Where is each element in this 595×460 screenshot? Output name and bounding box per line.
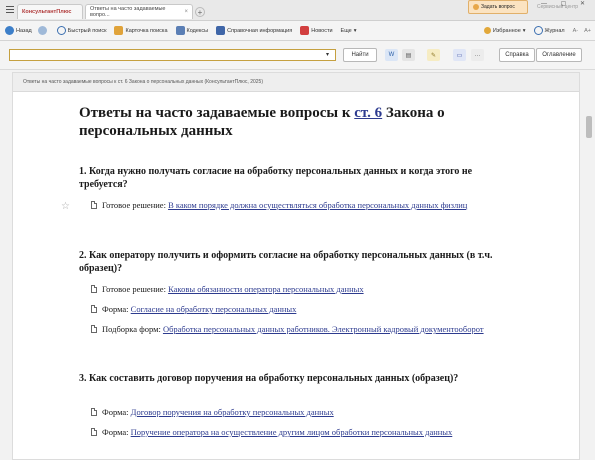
chevron-down-icon: ▾ xyxy=(522,27,526,34)
item-link[interactable]: Согласие на обработку персональных данны… xyxy=(131,304,297,314)
help-label: Справка xyxy=(505,52,529,58)
question-2: 2. Как оператору получить и оформить сог… xyxy=(79,250,493,274)
back-button[interactable]: Назад xyxy=(5,26,32,35)
search-row: ▾ Найти W ▤ ✎ ▭ … Справка Оглавление xyxy=(0,41,595,70)
list-item: Подборка форм: Обработка персональных да… xyxy=(91,324,521,335)
item-link[interactable]: В каком порядке должна осуществляться об… xyxy=(168,200,467,210)
search-card-label: Карточка поиска xyxy=(125,27,168,34)
journal-button[interactable]: Журнал xyxy=(533,26,565,35)
help-button[interactable]: Справка xyxy=(499,48,535,62)
news-icon xyxy=(300,26,310,35)
font-decrease-button[interactable]: A- xyxy=(573,28,579,34)
list-item: Форма: Договор поручения на обработку пе… xyxy=(91,407,521,418)
tab-title: Ответы на часто задаваемые вопро... xyxy=(90,6,166,18)
codex-button[interactable]: Кодексы xyxy=(175,26,209,35)
tab-bar: КонсультантПлюс Ответы на часто задаваем… xyxy=(0,0,595,21)
ask-question-label: Задать вопрос xyxy=(481,4,515,10)
back-label: Назад xyxy=(16,27,32,34)
back-arrow-icon xyxy=(5,26,14,35)
search-card-icon xyxy=(114,26,124,35)
highlight-icon[interactable]: ✎ xyxy=(427,49,440,61)
more-tools-icon[interactable]: … xyxy=(471,49,484,61)
item-link[interactable]: Обработка персональных данных работников… xyxy=(163,324,484,334)
reference-label: Справочная информация xyxy=(227,27,293,34)
reference-info-button[interactable]: Справочная информация xyxy=(216,26,292,35)
main-toolbar: Назад Быстрый поиск Карточка поиска Коде… xyxy=(0,21,595,41)
forward-button[interactable] xyxy=(37,26,47,35)
font-increase-button[interactable]: A+ xyxy=(584,28,591,34)
search-dropdown-icon[interactable]: ▾ xyxy=(326,51,329,58)
more-label: Еще xyxy=(340,27,352,34)
new-tab-icon[interactable]: + xyxy=(195,7,205,17)
logo-text: КонсультантПлюс xyxy=(22,9,72,15)
news-label: Новости xyxy=(311,27,333,34)
chevron-down-icon: ▾ xyxy=(353,27,357,34)
print-icon[interactable]: ▤ xyxy=(402,49,415,61)
item-prefix: Форма: xyxy=(102,427,131,437)
document-icon xyxy=(91,325,97,333)
list-item: Форма: Согласие на обработку персональны… xyxy=(91,304,521,315)
favorites-icon xyxy=(483,27,491,34)
close-icon[interactable]: × xyxy=(184,9,188,15)
search-card-button[interactable]: Карточка поиска xyxy=(114,26,168,35)
more-button[interactable]: Еще ▾ xyxy=(341,28,357,34)
list-item: Готовое решение: Каковы обязанности опер… xyxy=(91,284,521,295)
quick-search-button[interactable]: Быстрый поиск xyxy=(56,26,107,35)
item-prefix: Готовое решение: xyxy=(102,284,169,294)
codex-icon xyxy=(175,26,185,35)
table-of-contents-button[interactable]: Оглавление xyxy=(536,48,582,62)
item-link[interactable]: Каковы обязанности оператора персональны… xyxy=(168,284,364,294)
favorites-label: Избранное xyxy=(492,27,521,34)
toc-label: Оглавление xyxy=(542,52,576,58)
item-prefix: Форма: xyxy=(102,407,131,417)
list-item: Форма: Поручение оператора на осуществле… xyxy=(91,427,521,438)
document-icon xyxy=(91,285,97,293)
find-label: Найти xyxy=(351,52,369,58)
tab-consultant-logo[interactable]: КонсультантПлюс xyxy=(17,4,83,19)
quick-search-label: Быстрый поиск xyxy=(67,27,107,34)
title-text: Ответы на часто задаваемые вопросы к xyxy=(79,105,355,121)
ask-question-button[interactable]: Задать вопрос xyxy=(468,0,528,14)
clock-icon xyxy=(533,26,543,35)
forward-arrow-icon xyxy=(37,26,47,35)
find-button[interactable]: Найти xyxy=(343,48,377,62)
tab-active-document[interactable]: Ответы на часто задаваемые вопро... × xyxy=(85,4,193,19)
star-icon[interactable]: ☆ xyxy=(61,201,70,212)
journal-label: Журнал xyxy=(544,27,565,34)
question-3: 3. Как составить договор поручения на об… xyxy=(79,373,459,384)
news-button[interactable]: Новости xyxy=(300,26,333,35)
document-icon xyxy=(91,305,97,313)
menu-icon[interactable] xyxy=(3,4,17,16)
article-link[interactable]: ст. 6 xyxy=(354,105,382,121)
item-prefix: Подборка форм: xyxy=(102,324,163,334)
word-export-icon[interactable]: W xyxy=(385,49,398,61)
document-icon xyxy=(91,201,97,209)
page-title: Ответы на часто задаваемые вопросы к ст.… xyxy=(79,104,489,140)
document-icon xyxy=(91,428,97,436)
list-item: Готовое решение: В каком порядке должна … xyxy=(91,200,521,211)
window-controls[interactable]: — ▢ ✕ xyxy=(541,0,591,7)
magnifier-icon xyxy=(56,26,66,35)
search-input[interactable] xyxy=(9,49,336,61)
reference-icon xyxy=(216,26,226,35)
item-prefix: Готовое решение: xyxy=(102,200,169,210)
item-link[interactable]: Поручение оператора на осуществление дру… xyxy=(131,427,453,437)
codex-label: Кодексы xyxy=(186,27,209,34)
document-area: Ответы на часто задаваемые вопросы к ст.… xyxy=(12,72,580,460)
scrollbar[interactable] xyxy=(583,72,595,460)
question-1: 1. Когда нужно получать согласие на обра… xyxy=(79,166,473,190)
item-link[interactable]: Договор поручения на обработку персональ… xyxy=(131,407,334,417)
document-icon xyxy=(91,408,97,416)
favorites-button[interactable]: Избранное ▾ xyxy=(483,27,526,34)
document-title-bar: Ответы на часто задаваемые вопросы к ст.… xyxy=(13,73,579,92)
question-icon xyxy=(473,4,479,10)
document-tab-title: Ответы на часто задаваемые вопросы к ст.… xyxy=(23,79,263,85)
comment-icon[interactable]: ▭ xyxy=(453,49,466,61)
scrollbar-thumb[interactable] xyxy=(586,116,592,138)
item-prefix: Форма: xyxy=(102,304,131,314)
